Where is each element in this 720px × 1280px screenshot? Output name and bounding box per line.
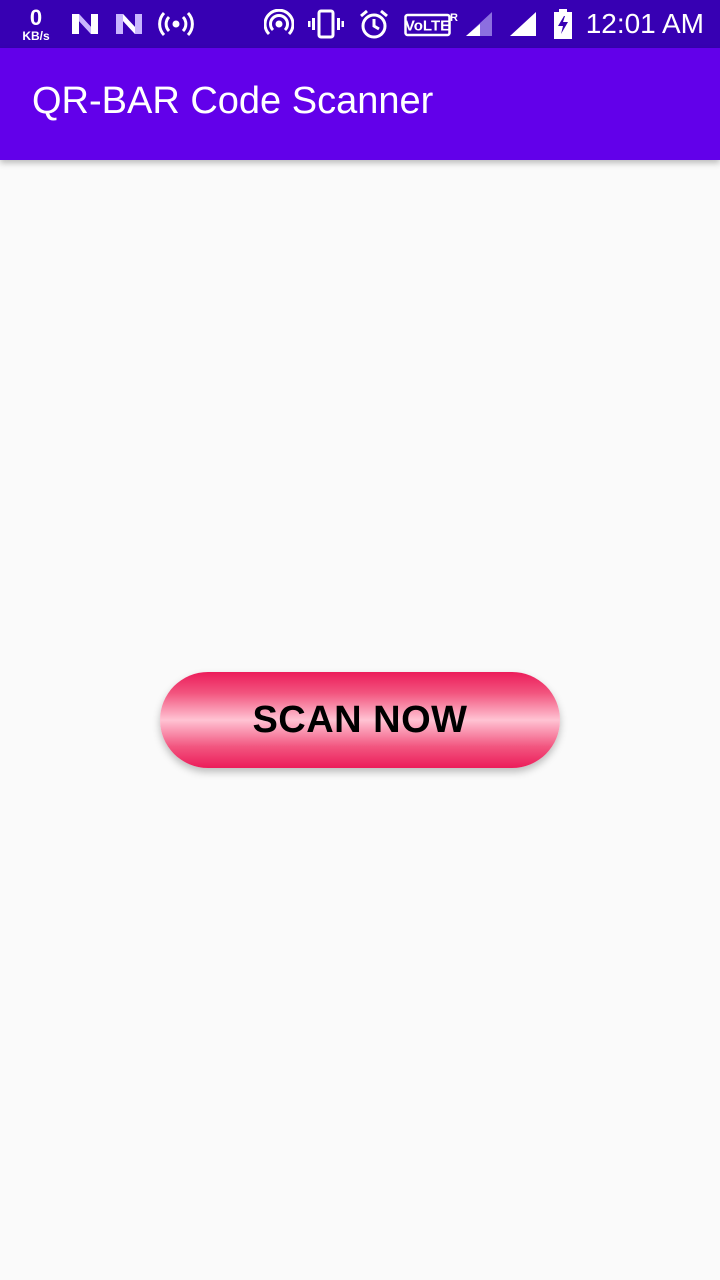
app-title: QR-BAR Code Scanner [32, 79, 434, 122]
vibrate-icon [307, 9, 344, 39]
status-bar: 0 KB/s VoLTE R 12:01 AM [0, 0, 720, 48]
alarm-icon [358, 8, 390, 40]
hotspot-icon [263, 9, 294, 39]
signal-icon [508, 10, 538, 38]
volte-label: VoLTE [405, 18, 450, 35]
volte-icon: VoLTE R [403, 10, 460, 38]
scan-now-label: SCAN NOW [252, 698, 468, 741]
signal-roaming-icon [464, 10, 494, 38]
app-bar: QR-BAR Code Scanner [0, 48, 720, 160]
status-left: 0 KB/s [16, 0, 194, 48]
network-speed-indicator: 0 KB/s [16, 4, 56, 43]
battery-charging-icon [552, 9, 574, 39]
network-speed-unit: KB/s [22, 28, 50, 43]
network-speed-value: 0 [29, 4, 43, 30]
n-notification-icon [70, 12, 100, 36]
status-clock: 12:01 AM [585, 8, 704, 39]
main-content: SCAN NOW [0, 160, 720, 1280]
broadcast-icon [158, 11, 194, 37]
n-notification-icon [114, 12, 144, 36]
status-right: VoLTE R 12:01 AM [250, 0, 704, 48]
scan-now-button[interactable]: SCAN NOW [160, 672, 560, 768]
roaming-mark: R [450, 12, 458, 24]
